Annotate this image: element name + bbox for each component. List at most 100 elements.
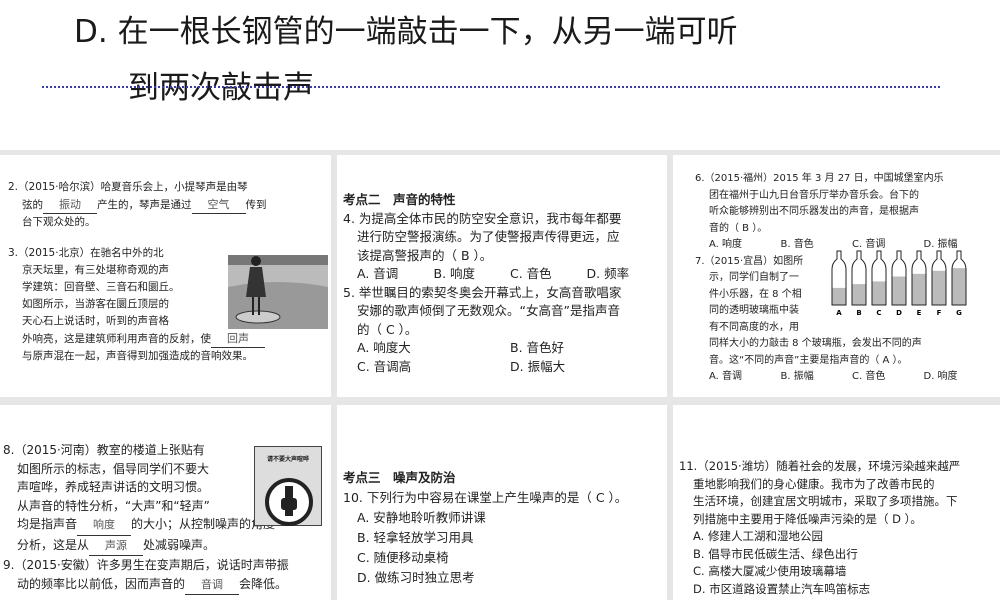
bottle-label: B [856, 309, 861, 317]
question-11: 11.（2015·潍坊）随着社会的发展，环境污染越来越严 重地影响我们的身心健康… [679, 458, 997, 598]
q4-line: 进行防空警报演练。为了使警报声传得更远，应 [357, 229, 620, 244]
answer-blank: 空气 [191, 196, 246, 214]
q6-line: 团在福州于山九日台音乐厅举办音乐会。台下的 [709, 189, 919, 201]
q9-line: 9.（2015·安徽）许多男生在变声期后，说话时声带振 [3, 558, 289, 572]
q6-line: 音的（ B ）。 [709, 222, 768, 234]
option: D. 市区道路设置禁止汽车鸣笛标志 [693, 581, 871, 596]
q5-line: 的（ C ）。 [357, 321, 418, 337]
option: D. 频率 [586, 266, 630, 281]
q11-line: 重地影响我们的身心健康。我市为了改善市民的 [693, 476, 935, 491]
quiet-sign: 请不要大声喧哗 [254, 446, 322, 526]
water-level [892, 276, 906, 305]
option: D. 做练习时独立思考 [357, 570, 475, 585]
slide-text-line-2: 到两次敲击声 [128, 70, 314, 106]
panel-q2-q3: 2.（2015·哈尔滨）哈夏音乐会上，小提琴声是由琴 弦的 振动 产生的，琴声是通过… [0, 155, 331, 397]
bottle: B [851, 250, 867, 317]
q7-options: A. 音调 B. 振幅 C. 音色 D. 响度 [695, 369, 995, 386]
option: C. 音调高 [357, 358, 412, 374]
bottle-label: F [937, 309, 942, 317]
question-4: 4. 为提高全体市民的防空安全意识，我市每年都要 进行防空警报演练。为了使警报声… [343, 210, 663, 284]
panel-q8-q9: 8.（2015·河南）教室的楼道上张贴有 如图所示的标志，倡导同学们不要大 声喧… [0, 405, 331, 600]
bottle-label: D [896, 309, 902, 317]
answer-blank: 响度 [77, 516, 132, 536]
water-level [912, 273, 926, 305]
text: 动的频率比以前低，因而声音的 [17, 576, 186, 591]
tiantan-illustration [228, 247, 328, 329]
panel-q4-q5: 考点二 声音的特性 4. 为提高全体市民的防空安全意识，我市每年都要 进行防空警… [337, 155, 667, 397]
option: B. 倡导市民低碳生活、绿色出行 [693, 546, 858, 561]
option: D. 响度 [923, 371, 958, 382]
q4-line: 该提高警报声的（ B ）。 [357, 247, 493, 263]
q2-line: 2.（2015·哈尔滨）哈夏音乐会上，小提琴声是由琴 [8, 181, 248, 193]
bottle-label: G [956, 309, 962, 317]
answer-blank: 回声 [211, 330, 265, 348]
slide-text-line-1: D. 在一根长钢管的一端敲击一下，从另一端可听 [74, 14, 738, 50]
q7-line: 同样大小的力敲击 8 个玻璃瓶，会发出不同的声 [709, 338, 922, 349]
section-3: 考点三 噪声及防治 10. 下列行为中容易在课堂上产生噪声的是（ C ）。 A.… [343, 468, 665, 588]
question-2: 2.（2015·哈尔滨）哈夏音乐会上，小提琴声是由琴 弦的 振动 产生的，琴声是通过… [8, 179, 326, 231]
option: A. 音调 [357, 266, 399, 281]
q2-line: 弦的 振动 产生的，琴声是通过 空气 传到 [8, 196, 326, 214]
water-level [852, 284, 866, 305]
text: 分析，这是从 [17, 537, 90, 552]
text: 均是指声音 [17, 517, 78, 531]
q2-line: 台下观众处的。 [22, 216, 96, 228]
option: D. 振幅大 [510, 358, 566, 374]
shush-icon [265, 477, 313, 526]
option: A. 修建人工湖和湿地公园 [693, 529, 823, 543]
q11-line: 生活环境，创建宜居文明城市，采取了多项措施。下 [693, 494, 958, 508]
bottle: E [911, 250, 927, 317]
option: A. 响度 [709, 239, 743, 250]
option: A. 安静地聆听教师讲课 [357, 510, 486, 525]
panel-q11: 11.（2015·潍坊）随着社会的发展，环境污染越来越严 重地影响我们的身心健康… [673, 405, 1000, 600]
bottle-label: E [917, 309, 922, 317]
water-level [832, 287, 846, 305]
q3-line: 外响亮，这是建筑师利用声音的反射，使 回声 [8, 330, 326, 348]
section-heading: 考点三 噪声及防治 [343, 470, 456, 485]
text: 外响亮，这是建筑师利用声音的反射，使 [22, 333, 211, 345]
q6-line: 6.（2015·福州）2015 年 3 月 27 日，中国城堡室内乐 [695, 173, 944, 184]
water-level [952, 268, 966, 305]
panel-q6-q7: 6.（2015·福州）2015 年 3 月 27 日，中国城堡室内乐 团在福州于… [673, 155, 1000, 397]
dotted-divider [42, 86, 940, 88]
bottle-label: A [836, 309, 842, 317]
q8-line: 分析，这是从 声源 处减弱噪声。 [3, 536, 329, 556]
bottle: F [931, 250, 947, 317]
q6-line: 听众能够辨别出不同乐器发出的声音，是根据声 [709, 206, 919, 217]
q10-stem: 10. 下列行为中容易在课堂上产生噪声的是（ C ）。 [343, 490, 628, 505]
panel-q10: 考点三 噪声及防治 10. 下列行为中容易在课堂上产生噪声的是（ C ）。 A.… [337, 405, 667, 600]
option: B. 轻拿轻放学习用具 [357, 530, 474, 545]
text: 传到 [245, 199, 267, 211]
option: B. 音色好 [510, 340, 565, 355]
q4-options: A. 音调 B. 响度 C. 音色 D. 频率 [343, 265, 663, 284]
q5-options: A. 响度大 B. 音色好 [343, 339, 663, 358]
option: C. 音色 [510, 266, 552, 281]
slide-header: D. 在一根长钢管的一端敲击一下，从另一端可听 到两次敲击声 [0, 0, 1000, 150]
option: B. 振幅 [780, 371, 814, 382]
answer-blank: 音调 [185, 576, 240, 595]
text: 处减弱噪声。 [143, 537, 216, 552]
bottle: A [831, 250, 847, 317]
bottle: C [871, 250, 887, 317]
option: C. 高楼大厦减少使用玻璃幕墙 [693, 564, 847, 578]
q5-line: 5. 举世瞩目的索契冬奥会开幕式上，女高音歌唱家 [343, 284, 622, 300]
bottle-label: C [876, 309, 881, 317]
q3-line: 与原声混在一起，声音得到加强造成的音响效果。 [22, 350, 253, 362]
q11-line: 列措施中主要用于降低噪声污染的是（ D ）。 [693, 511, 922, 526]
q9-line: 动的频率比以前低，因而声音的 音调 会降低。 [3, 575, 329, 595]
option: A. 响度大 [357, 340, 411, 355]
question-5: 5. 举世瞩目的索契冬奥会开幕式上，女高音歌唱家 安娜的歌声倾倒了无数观众。“女… [343, 284, 663, 377]
option: A. 音调 [709, 371, 743, 382]
section-heading: 考点二 声音的特性 [343, 192, 456, 207]
option: B. 响度 [433, 266, 476, 281]
q7-line: 音。这“不同的声音”主要是指声音的（ A ）。 [709, 354, 908, 366]
bottle: D [891, 250, 907, 317]
q11-line: 11.（2015·潍坊）随着社会的发展，环境污染越来越严 [679, 459, 961, 473]
bottles-illustration: A B C D E F G [831, 250, 967, 317]
text: 会降低。 [239, 576, 288, 591]
q5-line: 安娜的歌声倾倒了无数观众。“女高音”是指声音 [357, 303, 620, 318]
answer-blank: 声源 [89, 537, 144, 556]
q7-line: 有不同高度的水，用 [709, 321, 799, 333]
option: C. 音色 [852, 371, 886, 382]
q4-line: 4. 为提高全体市民的防空安全意识，我市每年都要 [343, 210, 622, 226]
